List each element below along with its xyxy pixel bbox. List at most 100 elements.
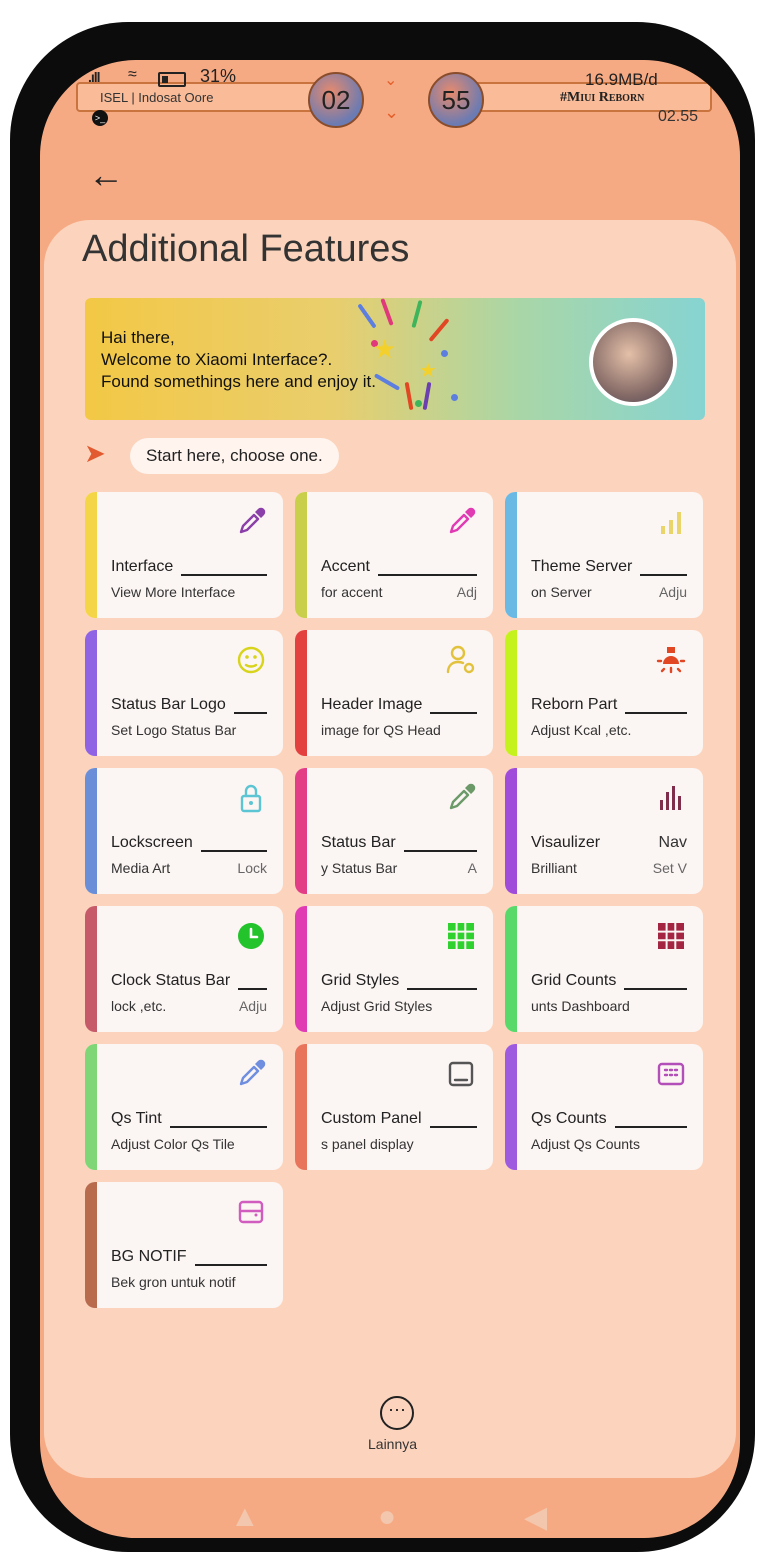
signal-bars-icon xyxy=(655,506,687,538)
tile-divider xyxy=(625,712,687,714)
tile-subtitle-tertiary: Set V xyxy=(652,860,687,876)
prompt-chip: Start here, choose one. xyxy=(130,438,339,474)
tile-title: Status Bar Logo xyxy=(111,696,226,713)
tile-subtitle: unts Dashboard xyxy=(531,998,630,1014)
tile-subtitle: Brilliant xyxy=(531,860,577,876)
tile-accent-bar xyxy=(85,906,97,1032)
tile-divider xyxy=(430,1126,477,1128)
feature-tile[interactable]: Clock Status Bar lock ,etc. Adju xyxy=(85,906,283,1032)
tile-accent-bar xyxy=(85,768,97,894)
lock-icon xyxy=(235,782,267,814)
status-time: 02.55 xyxy=(658,108,699,125)
tile-subtitle: Bek gron untuk notif xyxy=(111,1274,236,1290)
tile-subtitle-secondary: Nav xyxy=(658,834,687,851)
feature-tile[interactable]: Qs Tint Adjust Color Qs Tile xyxy=(85,1044,283,1170)
nav-back-icon[interactable]: ▲ xyxy=(230,1500,260,1534)
tile-subtitle: Adjust Grid Styles xyxy=(321,998,433,1014)
net-speed: 16.9MB/d xyxy=(585,70,658,89)
tile-divider xyxy=(201,850,267,852)
feature-tile[interactable]: Visaulizer Brilliant Nav Set V xyxy=(505,768,703,894)
tile-title: Status Bar xyxy=(321,834,396,851)
tile-divider xyxy=(430,712,477,714)
feature-tile[interactable]: Qs Counts Adjust Qs Counts xyxy=(505,1044,703,1170)
tile-title: Qs Counts xyxy=(531,1110,607,1127)
more-label[interactable]: Lainnya xyxy=(368,1436,417,1452)
terminal-icon: >_ xyxy=(92,110,108,126)
status-bar: .ıll ≈ 31% ISEL | Indosat Oore >_ 02 ⌄ ⌄… xyxy=(40,60,740,150)
tile-title: Custom Panel xyxy=(321,1110,422,1127)
tile-divider xyxy=(624,988,687,990)
battery-icon xyxy=(158,72,186,87)
notification-box-icon xyxy=(235,1196,267,1228)
tile-accent-bar xyxy=(85,1044,97,1170)
more-icon[interactable]: ⋯ xyxy=(380,1396,414,1430)
lamp-icon xyxy=(655,644,687,676)
tile-subtitle: y Status Bar xyxy=(321,860,398,876)
welcome-banner: Hai there, Welcome to Xiaomi Interface?.… xyxy=(85,298,705,420)
chevron-down-icon: ⌄ xyxy=(384,102,400,122)
hour-bubble: 02 xyxy=(308,72,364,128)
tile-accent-bar xyxy=(85,630,97,756)
feature-tile[interactable]: Grid Styles Adjust Grid Styles xyxy=(295,906,493,1032)
color-picker-icon xyxy=(235,1058,267,1090)
tile-title: Accent xyxy=(321,558,370,575)
feature-tile[interactable]: Custom Panel s panel display xyxy=(295,1044,493,1170)
tile-subtitle: Adjust Kcal ,etc. xyxy=(531,722,632,738)
minute-bubble: 55 xyxy=(428,72,484,128)
tile-divider xyxy=(378,574,477,576)
tile-title: BG NOTIF xyxy=(111,1248,187,1265)
tile-accent-bar xyxy=(295,630,307,756)
tile-accent-bar xyxy=(505,906,517,1032)
tile-subtitle-secondary: Adj xyxy=(456,584,477,600)
page-title: Additional Features xyxy=(82,228,410,270)
tile-title: Qs Tint xyxy=(111,1110,162,1127)
color-picker-icon xyxy=(445,782,477,814)
tile-subtitle-secondary: A xyxy=(467,860,477,876)
feature-tile[interactable]: Lockscreen Media Art Lock xyxy=(85,768,283,894)
back-arrow-icon[interactable]: ← xyxy=(88,154,124,196)
phone-frame: .ıll ≈ 31% ISEL | Indosat Oore >_ 02 ⌄ ⌄… xyxy=(10,22,755,1552)
nav-recents-icon[interactable]: ◀ xyxy=(524,1500,547,1535)
grid-icon xyxy=(655,920,687,952)
feature-tile[interactable]: Header Image image for QS Head xyxy=(295,630,493,756)
keypad-icon xyxy=(655,1058,687,1090)
feature-tile[interactable]: Interface View More Interface xyxy=(85,492,283,618)
tile-divider xyxy=(234,712,267,714)
clock-icon xyxy=(235,920,267,952)
feature-tile[interactable]: Reborn Part Adjust Kcal ,etc. xyxy=(505,630,703,756)
feature-tile[interactable]: Grid Counts unts Dashboard xyxy=(505,906,703,1032)
tile-divider xyxy=(238,988,267,990)
panel-icon xyxy=(445,1058,477,1090)
feature-tile[interactable]: Status Bar Logo Set Logo Status Bar xyxy=(85,630,283,756)
banner-line-2: Welcome to Xiaomi Interface?. xyxy=(101,350,333,369)
tile-subtitle-secondary: Adju xyxy=(658,584,687,600)
tile-subtitle: for accent xyxy=(321,584,383,600)
tile-subtitle: View More Interface xyxy=(111,584,236,600)
user-settings-icon xyxy=(445,644,477,676)
tile-title: Interface xyxy=(111,558,174,575)
visualizer-icon xyxy=(655,782,687,814)
tile-accent-bar xyxy=(85,492,97,618)
tile-accent-bar xyxy=(295,1044,307,1170)
tile-subtitle: on Server xyxy=(531,584,592,600)
feature-tile[interactable]: Status Bar y Status Bar A xyxy=(295,768,493,894)
nav-home-icon[interactable]: ● xyxy=(378,1500,396,1534)
banner-line-3: Found somethings here and enjoy it. xyxy=(101,372,377,391)
tile-divider xyxy=(404,850,477,852)
tile-subtitle: image for QS Head xyxy=(321,722,441,738)
grid-icon xyxy=(445,920,477,952)
chevron-up-icon: ⌄ xyxy=(384,72,398,89)
tile-accent-bar xyxy=(295,492,307,618)
tile-divider xyxy=(181,574,267,576)
avatar xyxy=(589,318,677,406)
tile-subtitle: Set Logo Status Bar xyxy=(111,722,237,738)
tile-title: Grid Styles xyxy=(321,972,400,989)
tile-accent-bar xyxy=(505,630,517,756)
emoji-icon xyxy=(235,644,267,676)
tile-subtitle: s panel display xyxy=(321,1136,414,1152)
feature-tile[interactable]: Accent for accent Adj xyxy=(295,492,493,618)
feature-tile[interactable]: BG NOTIF Bek gron untuk notif xyxy=(85,1182,283,1308)
tile-title: Header Image xyxy=(321,696,423,713)
rocket-icon: ➤ xyxy=(84,438,106,468)
feature-tile[interactable]: Theme Server on Server Adju xyxy=(505,492,703,618)
